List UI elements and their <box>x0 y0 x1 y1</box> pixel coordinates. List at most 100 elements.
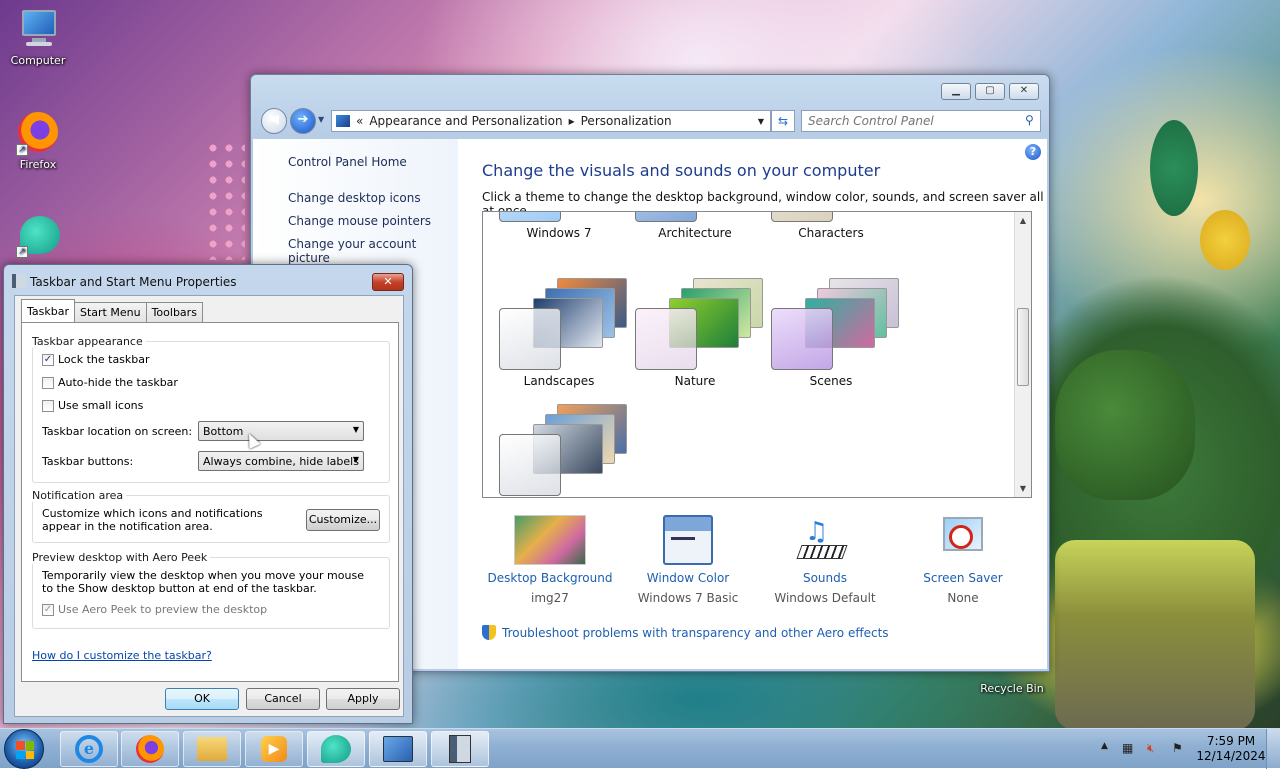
desktop-icon-chat-app[interactable]: ↗ <box>0 214 76 260</box>
theme-characters[interactable]: Characters <box>761 212 901 250</box>
taskbar-appearance-label: Taskbar appearance <box>32 335 146 348</box>
theme-scenes[interactable]: Scenes <box>761 278 901 398</box>
search-icon: ⚲ <box>1025 113 1034 127</box>
action-center-flag-icon[interactable]: ⚑ <box>1172 741 1183 755</box>
taskbar-buttons-select[interactable]: Always combine, hide labels ▼ <box>198 451 364 471</box>
theme-list[interactable]: Windows 7 Architecture Characters Landsc… <box>482 211 1032 498</box>
theme-list-scrollbar[interactable]: ▲ ▼ <box>1014 212 1031 497</box>
sounds-item[interactable]: ♫ Sounds Windows Default <box>750 515 900 605</box>
theme-nature[interactable]: Nature <box>625 278 765 398</box>
tab-toolbars[interactable]: Toolbars <box>145 302 203 322</box>
tab-start-menu[interactable]: Start Menu <box>74 302 147 322</box>
desktop-icon-computer[interactable]: Computer <box>0 8 76 67</box>
theme-unsaved[interactable] <box>489 404 629 497</box>
breadcrumb-arrow-icon[interactable]: ▸ <box>569 114 575 128</box>
network-icon[interactable]: ▦ <box>1122 741 1133 755</box>
taskbar-media-player[interactable]: ▶ <box>245 731 303 767</box>
cancel-button[interactable]: Cancel <box>246 688 320 710</box>
troubleshoot-text[interactable]: Troubleshoot problems with transparency … <box>502 626 889 640</box>
back-button[interactable]: ◀ <box>261 108 287 134</box>
help-icon[interactable]: ? <box>1025 144 1041 160</box>
taskbar-properties-dialog[interactable]: Taskbar and Start Menu Properties ✕ Task… <box>3 264 413 724</box>
clock-date: 12/14/2024 <box>1196 749 1266 763</box>
desktop-icon-recycle-bin[interactable]: Recycle Bin <box>974 682 1050 695</box>
taskbar-ie[interactable]: e <box>60 731 118 767</box>
recent-pages-dropdown[interactable]: ▼ <box>318 115 324 124</box>
clock[interactable]: 7:59 PM 12/14/2024 <box>1196 734 1266 764</box>
chat-app-icon: ↗ <box>14 214 62 258</box>
apply-button[interactable]: Apply <box>326 688 400 710</box>
firefox-icon <box>136 735 164 763</box>
control-panel-icon <box>383 736 413 762</box>
window-color-item[interactable]: Window Color Windows 7 Basic <box>613 515 763 605</box>
notification-area-label: Notification area <box>32 489 127 502</box>
theme-name: Characters <box>798 226 864 240</box>
wallpaper-creature <box>1055 350 1195 500</box>
dialog-body: Taskbar Start Menu Toolbars Taskbar appe… <box>14 295 404 717</box>
taskbar-chat-app[interactable] <box>307 731 365 767</box>
refresh-button[interactable]: ⇆ <box>771 110 795 132</box>
nav-control-panel-home[interactable]: Control Panel Home <box>288 155 407 169</box>
window-color-link[interactable]: Window Color <box>613 571 763 585</box>
chevron-down-icon: ▼ <box>352 455 359 464</box>
taskbar-properties-window[interactable] <box>431 731 489 767</box>
taskbar-control-panel[interactable] <box>369 731 427 767</box>
wallpaper-block <box>1055 540 1255 728</box>
taskbar-location-select[interactable]: Bottom ▼ <box>198 421 364 441</box>
dialog-title: Taskbar and Start Menu Properties <box>30 275 237 289</box>
checkbox-unchecked[interactable] <box>42 376 54 389</box>
ok-button[interactable]: OK <box>165 688 239 710</box>
forward-button[interactable]: ➔ <box>290 108 316 134</box>
volume-muted-icon[interactable]: 🔇︎ <box>1147 741 1155 756</box>
close-button[interactable]: ✕ <box>1009 83 1039 100</box>
breadcrumb-personalization[interactable]: Personalization <box>581 114 672 128</box>
screen-saver-link[interactable]: Screen Saver <box>888 571 1038 585</box>
scroll-down-icon[interactable]: ▼ <box>1015 480 1031 497</box>
customize-button[interactable]: Customize... <box>306 509 380 531</box>
theme-preview-characters <box>771 212 891 222</box>
wallpaper-figure <box>1150 120 1198 216</box>
autohide-label: Auto-hide the taskbar <box>58 376 178 389</box>
small-icons-checkbox[interactable]: Use small icons <box>42 399 143 412</box>
back-arrow-icon: ◀ <box>269 112 279 127</box>
checkbox-checked-disabled[interactable]: ✓ <box>42 603 54 616</box>
nav-change-desktop-icons[interactable]: Change desktop icons <box>288 191 421 205</box>
aero-peek-checkbox[interactable]: ✓ Use Aero Peek to preview the desktop <box>42 603 267 616</box>
nav-change-mouse-pointers[interactable]: Change mouse pointers <box>288 214 431 228</box>
address-dropdown-icon[interactable]: ▼ <box>758 117 764 126</box>
nav-change-account-picture[interactable]: Change your account picture <box>288 237 458 265</box>
scrollbar-thumb[interactable] <box>1017 308 1029 386</box>
theme-architecture[interactable]: Architecture <box>625 212 765 250</box>
aero-peek-text: Temporarily view the desktop when you mo… <box>42 569 364 595</box>
dialog-close-button[interactable]: ✕ <box>372 273 404 291</box>
start-button[interactable] <box>4 729 44 769</box>
autohide-checkbox[interactable]: Auto-hide the taskbar <box>42 376 178 389</box>
desktop-icon-firefox[interactable]: ↗ Firefox <box>0 112 76 171</box>
desktop-background-link[interactable]: Desktop Background <box>475 571 625 585</box>
show-hidden-icons-button[interactable]: ▲ <box>1101 741 1108 751</box>
theme-preview-unsaved <box>499 404 627 496</box>
address-bar[interactable]: « Appearance and Personalization ▸ Perso… <box>331 110 771 132</box>
theme-landscapes[interactable]: Landscapes <box>489 278 629 398</box>
help-customize-link[interactable]: How do I customize the taskbar? <box>32 649 212 662</box>
maximize-button[interactable]: ▢ <box>975 83 1005 100</box>
desktop-background-item[interactable]: Desktop Background img27 <box>475 515 625 605</box>
wallpaper-dots <box>205 140 245 260</box>
theme-windows-7[interactable]: Windows 7 <box>489 212 629 250</box>
taskbar-properties-icon <box>12 274 26 288</box>
screen-saver-item[interactable]: Screen Saver None <box>888 515 1038 605</box>
show-desktop-button[interactable] <box>1266 729 1280 769</box>
lock-taskbar-checkbox[interactable]: ✓ Lock the taskbar <box>42 353 150 366</box>
taskbar-explorer[interactable] <box>183 731 241 767</box>
checkbox-unchecked[interactable] <box>42 399 54 412</box>
sounds-link[interactable]: Sounds <box>750 571 900 585</box>
search-input[interactable] <box>801 110 1041 132</box>
checkbox-checked[interactable]: ✓ <box>42 353 54 366</box>
scroll-up-icon[interactable]: ▲ <box>1015 212 1031 229</box>
minimize-button[interactable]: ▁ <box>941 83 971 100</box>
troubleshoot-link[interactable]: Troubleshoot problems with transparency … <box>482 625 889 640</box>
taskbar-firefox[interactable] <box>121 731 179 767</box>
window-color-value: Windows 7 Basic <box>637 591 739 605</box>
breadcrumb-appearance[interactable]: Appearance and Personalization <box>369 114 562 128</box>
tab-taskbar[interactable]: Taskbar <box>21 299 75 322</box>
